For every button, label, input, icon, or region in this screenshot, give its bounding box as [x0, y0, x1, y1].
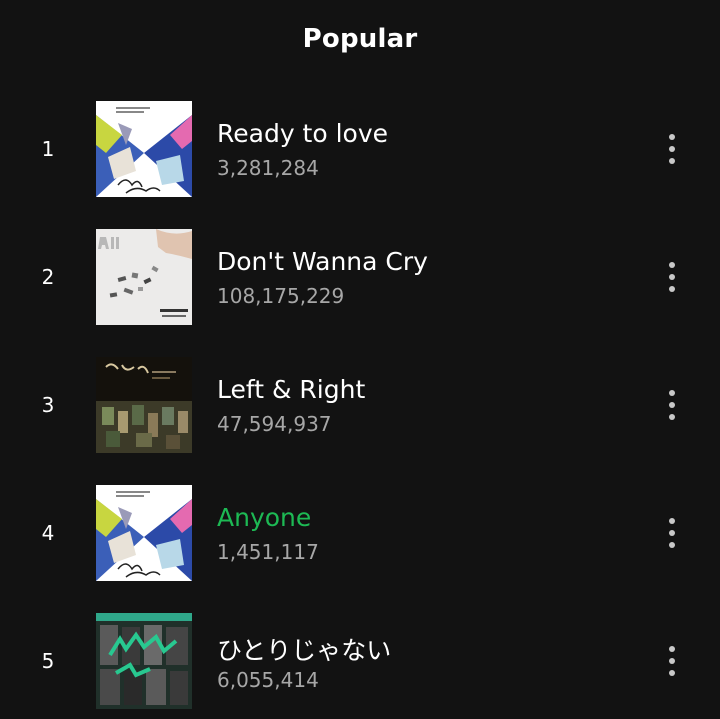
vertical-ellipsis-icon[interactable]: [656, 253, 688, 301]
album-cover: [96, 613, 192, 709]
album-cover: [96, 357, 192, 453]
album-cover: [96, 229, 192, 325]
track-rank: 5: [41, 649, 55, 673]
track-row[interactable]: 2 Don't Wanna Cry 108,175,229: [0, 229, 720, 325]
track-row[interactable]: 3 Left & Right 47,594,937: [0, 357, 720, 453]
track-rank: 2: [41, 265, 55, 289]
play-count: 6,055,414: [217, 668, 319, 692]
track-rank: 1: [41, 137, 55, 161]
vertical-ellipsis-icon[interactable]: [656, 509, 688, 557]
album-cover: [96, 485, 192, 581]
vertical-ellipsis-icon[interactable]: [656, 381, 688, 429]
track-row[interactable]: 5 ひとりじゃない 6,055,414: [0, 613, 720, 709]
vertical-ellipsis-icon[interactable]: [656, 125, 688, 173]
track-row[interactable]: 4 Anyone 1,451,117: [0, 485, 720, 581]
vertical-ellipsis-icon[interactable]: [656, 637, 688, 685]
play-count: 1,451,117: [217, 540, 319, 564]
track-title: Ready to love: [217, 119, 389, 148]
track-rank: 3: [41, 393, 55, 417]
play-count: 47,594,937: [217, 412, 332, 436]
popular-tracks-screen: Popular 1 Ready to love 3,281,284 2 Don'…: [0, 0, 720, 719]
track-title: Don't Wanna Cry: [217, 247, 428, 276]
track-title: Left & Right: [217, 375, 366, 404]
track-row[interactable]: 1 Ready to love 3,281,284: [0, 101, 720, 197]
play-count: 3,281,284: [217, 156, 319, 180]
album-cover: [96, 101, 192, 197]
track-rank: 4: [41, 521, 55, 545]
section-title: Popular: [302, 24, 418, 54]
track-title: ひとりじゃない: [217, 636, 392, 665]
track-title: Anyone: [217, 503, 312, 532]
play-count: 108,175,229: [217, 284, 345, 308]
